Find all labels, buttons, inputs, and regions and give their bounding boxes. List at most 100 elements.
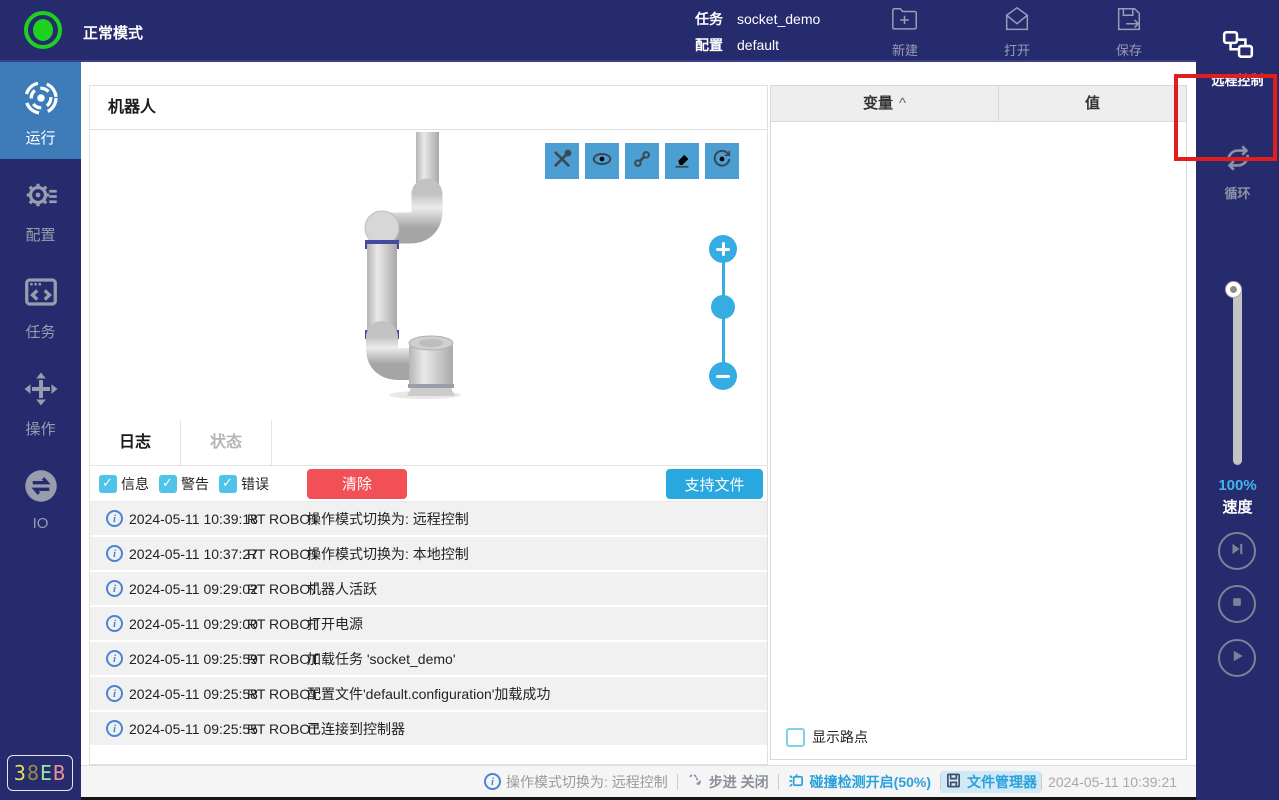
save-button[interactable]: 保存 (1096, 4, 1162, 59)
sidebar-item-config-label: 配置 (0, 224, 81, 245)
filter-error-checkbox[interactable]: 错误 (219, 474, 269, 494)
sidebar-item-task-label: 任务 (0, 321, 81, 342)
statusbar-collision-toggle[interactable]: 碰撞检测开启(50%) (779, 772, 940, 792)
log-time: 2024-05-11 10:37:27 (129, 546, 258, 562)
sidebar-item-io[interactable]: IO (0, 450, 81, 547)
sidebar-item-config[interactable]: 配置 (0, 159, 81, 256)
remote-control-icon (1220, 49, 1256, 66)
settings-gear-icon (23, 200, 59, 217)
log-row[interactable]: i2024-05-11 10:37:27RT ROBOT操作模式切换为: 本地控… (90, 537, 767, 570)
log-row[interactable]: i2024-05-11 10:39:18RT ROBOT操作模式切换为: 远程控… (90, 502, 767, 535)
log-row[interactable]: i2024-05-11 09:29:00RT ROBOT打开电源 (90, 607, 767, 640)
badge-char: 3 (14, 761, 27, 785)
topbar: 正常模式 任务socket_demo 配置default 新建 打开 保存 (0, 0, 1279, 62)
robot-3d-viewport[interactable] (90, 130, 767, 420)
variables-panel: 变量^ 值 显示路点 (770, 85, 1187, 760)
new-button[interactable]: 新建 (872, 4, 938, 59)
visibility-button[interactable] (585, 143, 619, 179)
sidebar-item-operate[interactable]: 操作 (0, 353, 81, 450)
zoom-out-button[interactable] (709, 362, 737, 390)
loop-button[interactable]: 循环 (1196, 89, 1279, 202)
log-row[interactable]: i2024-05-11 09:29:02RT ROBOT机器人活跃 (90, 572, 767, 605)
badge-char: E (40, 761, 53, 785)
remote-control-label: 远程控制 (1196, 70, 1279, 89)
status-ring-icon (24, 11, 62, 49)
tab-log[interactable]: 日志 (90, 420, 181, 465)
filter-warning-checkbox[interactable]: 警告 (159, 474, 209, 494)
speed-slider-handle[interactable] (1226, 282, 1241, 297)
run-icon (23, 103, 59, 120)
play-button[interactable] (1218, 639, 1256, 677)
log-time: 2024-05-11 09:25:55 (129, 721, 258, 737)
show-waypoints-label: 显示路点 (812, 727, 868, 747)
column-header-variable[interactable]: 变量^ (771, 86, 999, 121)
log-message: 打开电源 (307, 614, 363, 634)
column-header-value[interactable]: 值 (999, 86, 1186, 121)
log-row[interactable]: i2024-05-11 09:25:59RT ROBOT加载任务 'socket… (90, 642, 767, 675)
loop-icon (1220, 162, 1256, 179)
speed-slider-track[interactable] (1233, 285, 1242, 465)
variables-header: 变量^ 值 (771, 86, 1186, 122)
right-sidebar: 远程控制 循环 100% 速度 (1196, 0, 1279, 800)
collision-detect-icon (788, 772, 805, 792)
log-time: 2024-05-11 09:29:00 (129, 616, 258, 632)
checkbox-checked-icon (219, 475, 237, 493)
step-mode-icon (687, 772, 704, 792)
eraser-icon (671, 148, 693, 175)
filter-info-label: 信息 (121, 474, 149, 494)
log-message: 机器人活跃 (307, 579, 377, 599)
clear-log-button[interactable]: 清除 (307, 469, 407, 499)
remote-control-button[interactable]: 远程控制 (1196, 0, 1279, 89)
open-file-icon (1000, 21, 1034, 38)
log-tabs: 日志 状态 (90, 420, 767, 466)
speed-readout: 100% 速度 (1196, 477, 1279, 517)
log-list: i2024-05-11 10:39:18RT ROBOT操作模式切换为: 远程控… (90, 502, 767, 745)
log-row[interactable]: i2024-05-11 09:25:55RT ROBOT已连接到控制器 (90, 712, 767, 745)
checkbox-unchecked-icon (786, 728, 805, 747)
variable-header-label: 变量 (863, 95, 893, 112)
open-button-label: 打开 (984, 40, 1050, 59)
show-waypoints-checkbox[interactable]: 显示路点 (786, 727, 868, 747)
step-forward-button[interactable] (1218, 532, 1256, 570)
tools-button[interactable] (545, 143, 579, 179)
info-icon: i (106, 510, 123, 527)
task-config-block: 任务socket_demo 配置default (695, 6, 820, 58)
robot-log-column: 机器人 (89, 85, 768, 765)
eraser-button[interactable] (665, 143, 699, 179)
task-value: socket_demo (737, 11, 820, 27)
task-code-icon (23, 297, 59, 314)
config-value: default (737, 37, 779, 53)
open-button[interactable]: 打开 (984, 4, 1050, 59)
sidebar-item-run[interactable]: 运行 (0, 62, 81, 159)
move-arrows-icon (23, 394, 59, 411)
log-message: 加载任务 'socket_demo' (307, 649, 456, 669)
statusbar-file-manager[interactable]: 文件管理器 (941, 771, 1041, 793)
tab-status[interactable]: 状态 (181, 420, 272, 465)
config-label: 配置 (695, 37, 723, 53)
statusbar-mode-message: i 操作模式切换为: 远程控制 (475, 772, 677, 792)
zoom-slider-handle[interactable] (711, 295, 735, 319)
support-file-button[interactable]: 支持文件 (666, 469, 763, 499)
badge-char: 8 (27, 761, 40, 785)
stop-button[interactable] (1218, 585, 1256, 623)
sidebar-item-task[interactable]: 任务 (0, 256, 81, 353)
filter-error-label: 错误 (241, 474, 269, 494)
zoom-in-button[interactable] (709, 235, 737, 263)
io-arrows-icon (23, 491, 59, 508)
filter-info-checkbox[interactable]: 信息 (99, 474, 149, 494)
rotate-view-button[interactable] (705, 143, 739, 179)
checkbox-checked-icon (99, 475, 117, 493)
path-button[interactable] (625, 143, 659, 179)
mode-label: 正常模式 (83, 22, 143, 43)
log-message: 操作模式切换为: 远程控制 (307, 509, 469, 529)
new-folder-icon (888, 21, 922, 38)
sidebar-item-run-label: 运行 (0, 127, 81, 148)
checkbox-checked-icon (159, 475, 177, 493)
log-row[interactable]: i2024-05-11 09:25:58RT ROBOT配置文件'default… (90, 677, 767, 710)
info-icon: i (106, 650, 123, 667)
statusbar-step-toggle[interactable]: 步进 关闭 (678, 772, 778, 792)
filter-warning-label: 警告 (181, 474, 209, 494)
tools-icon (551, 148, 573, 175)
save-button-label: 保存 (1096, 40, 1162, 59)
zoom-control (709, 235, 737, 390)
